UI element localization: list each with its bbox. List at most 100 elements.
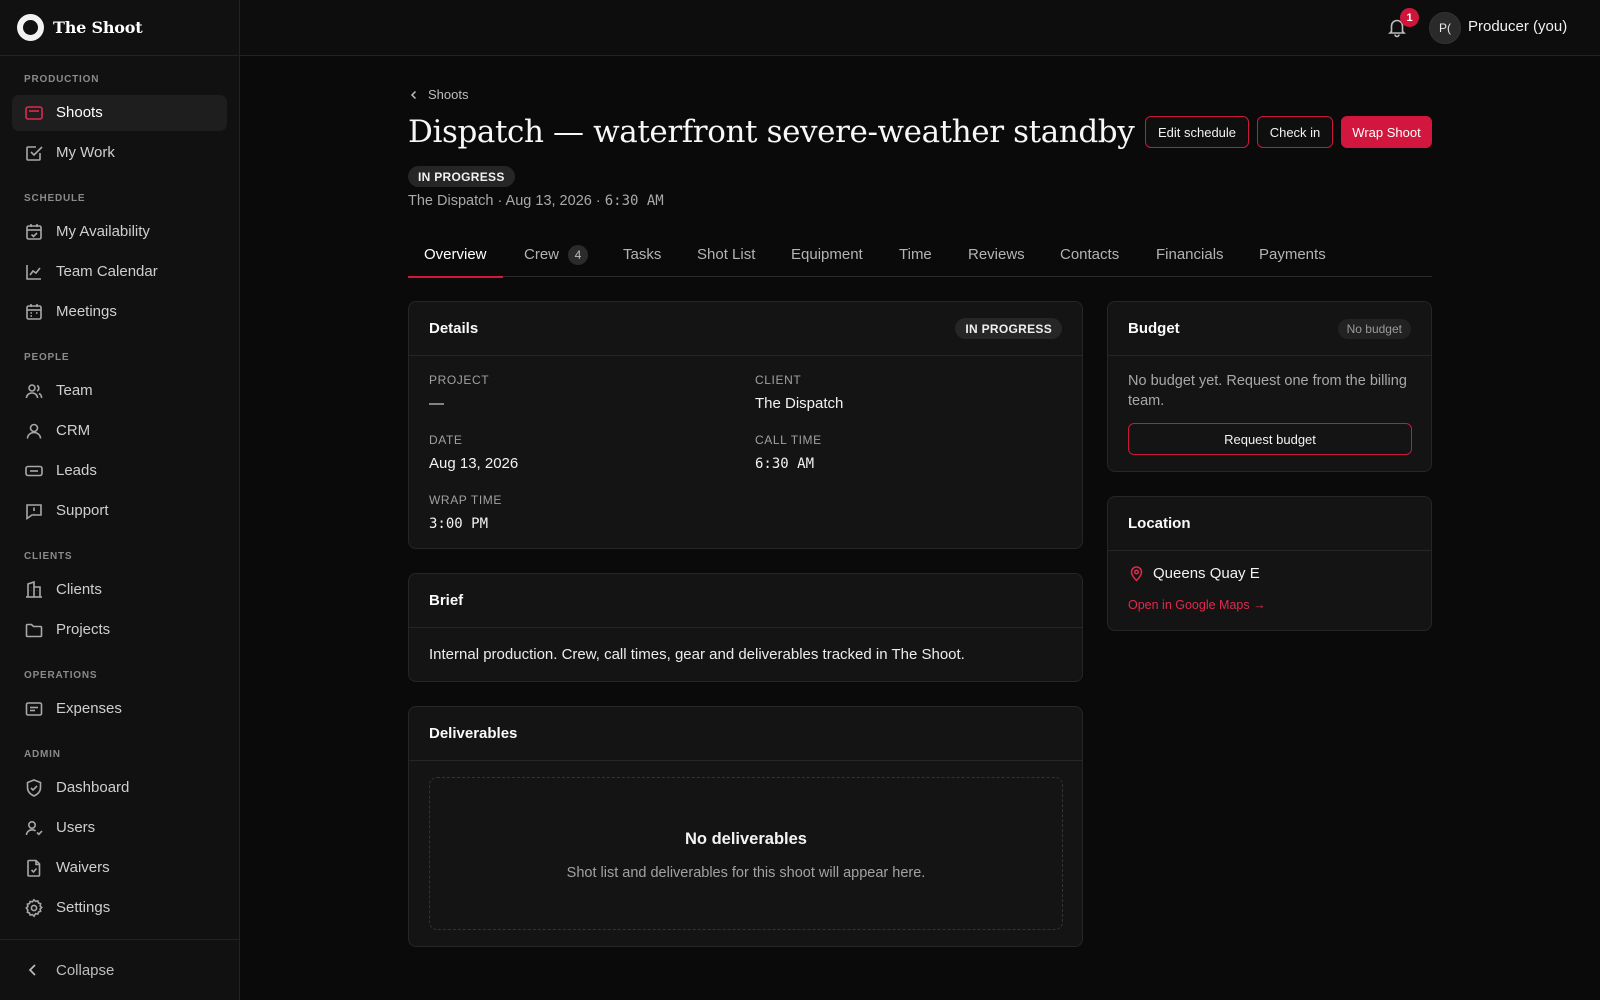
- nav-section-admin: ADMIN: [24, 749, 61, 760]
- sidebar-item-leads[interactable]: Leads: [12, 453, 227, 489]
- nav-section-schedule: SCHEDULE: [24, 193, 86, 204]
- user-menu[interactable]: Producer (you): [1468, 18, 1567, 35]
- tab-bar: Overview Crew 4 Tasks Shot List Equipment…: [408, 239, 1432, 278]
- message-alert-icon: [26, 504, 42, 521]
- sidebar-item-crm[interactable]: CRM: [12, 413, 227, 449]
- edit-schedule-button[interactable]: Edit schedule: [1145, 116, 1249, 148]
- sidebar-item-meetings[interactable]: Meetings: [12, 294, 227, 330]
- user-icon: [26, 423, 42, 439]
- date-label: DATE: [429, 433, 463, 447]
- sidebar-item-label: Team Calendar: [56, 263, 158, 280]
- sidebar-item-my-availability[interactable]: My Availability: [12, 214, 227, 250]
- request-budget-button[interactable]: Request budget: [1128, 423, 1412, 455]
- topbar: 1 P( Producer (you): [240, 0, 1600, 56]
- google-maps-link[interactable]: Open in Google Maps →: [1128, 598, 1266, 612]
- tab-label: Shot List: [697, 246, 756, 263]
- shield-check-icon: [26, 779, 42, 797]
- tab-label: Overview: [424, 246, 487, 263]
- brand[interactable]: The Shoot: [0, 0, 239, 56]
- chart-line-icon: [26, 265, 41, 280]
- sidebar-item-support[interactable]: Support: [12, 493, 227, 529]
- budget-text: No budget yet. Request one from the bill…: [1128, 373, 1407, 409]
- wrap-time-label: WRAP TIME: [429, 493, 502, 507]
- map-pin-icon: [1130, 566, 1143, 582]
- nav-section-clients: CLIENTS: [24, 551, 73, 562]
- tab-payments[interactable]: Payments: [1259, 239, 1326, 277]
- client-label: CLIENT: [755, 373, 802, 387]
- sidebar-item-expenses[interactable]: Expenses: [12, 691, 227, 727]
- page-title: Dispatch — waterfront severe-weather sta…: [408, 114, 1135, 150]
- tab-financials[interactable]: Financials: [1156, 239, 1224, 277]
- sidebar-item-users[interactable]: Users: [12, 810, 227, 846]
- collapse-button[interactable]: Collapse: [0, 939, 239, 1000]
- tab-time[interactable]: Time: [899, 239, 932, 277]
- location-address-row: Queens Quay E: [1128, 565, 1260, 582]
- app-name: The Shoot: [53, 18, 143, 37]
- shoot-meta: The Dispatch · Aug 13, 2026 · 6:30 AM: [408, 193, 664, 209]
- sidebar-item-team[interactable]: Team: [12, 373, 227, 409]
- sidebar-item-dashboard[interactable]: Dashboard: [12, 770, 227, 806]
- location-title: Location: [1128, 515, 1191, 532]
- tab-label: Time: [899, 246, 932, 263]
- sidebar-item-label: Users: [56, 819, 96, 836]
- details-header: Details IN PROGRESS: [409, 302, 1082, 356]
- calendar-icon: [26, 304, 42, 320]
- call-time-value: 6:30 AM: [755, 456, 815, 472]
- sidebar-item-waivers[interactable]: Waivers: [12, 850, 227, 886]
- tab-reviews[interactable]: Reviews: [968, 239, 1025, 277]
- tab-contacts[interactable]: Contacts: [1060, 239, 1119, 277]
- tab-label: Equipment: [791, 246, 863, 263]
- tab-equipment[interactable]: Equipment: [791, 239, 863, 277]
- deliverables-card: Deliverables No deliverables Shot list a…: [408, 706, 1083, 947]
- sidebar-item-projects[interactable]: Projects: [12, 612, 227, 648]
- budget-title: Budget: [1128, 320, 1180, 337]
- receipt-icon: [25, 702, 43, 716]
- sidebar-item-team-calendar[interactable]: Team Calendar: [12, 254, 227, 290]
- tab-label: Financials: [1156, 246, 1224, 263]
- sidebar-item-label: Team: [56, 382, 93, 399]
- brief-title: Brief: [429, 592, 464, 609]
- check-in-button[interactable]: Check in: [1257, 116, 1333, 148]
- empty-description: Shot list and deliverables for this shoo…: [566, 865, 926, 881]
- sidebar-item-label: Support: [56, 502, 109, 519]
- check-square-icon: [26, 146, 43, 161]
- sidebar-item-label: Projects: [56, 621, 111, 638]
- sidebar-item-shoots[interactable]: Shoots: [12, 95, 227, 131]
- sidebar-item-label: Clients: [56, 581, 102, 598]
- call-time-label: CALL TIME: [755, 433, 822, 447]
- project-value: —: [429, 395, 444, 412]
- sidebar-item-label: Meetings: [56, 303, 117, 320]
- tab-tasks[interactable]: Tasks: [623, 239, 661, 277]
- wrap-shoot-button[interactable]: Wrap Shoot: [1341, 116, 1432, 148]
- sidebar-item-clients[interactable]: Clients: [12, 572, 227, 608]
- nav-section-production: PRODUCTION: [24, 74, 100, 85]
- chevron-left-icon: [28, 964, 36, 976]
- tab-label: Payments: [1259, 246, 1326, 263]
- meta-date: Aug 13, 2026: [505, 193, 592, 209]
- logo-icon: [17, 14, 44, 41]
- sidebar-item-label: Leads: [56, 462, 97, 479]
- avatar[interactable]: P(: [1429, 12, 1461, 44]
- deliverables-empty-state: No deliverables Shot list and deliverabl…: [429, 777, 1063, 930]
- location-card: Location Queens Quay E Open in Google Ma…: [1107, 496, 1432, 631]
- sidebar-item-settings[interactable]: Settings: [12, 890, 227, 926]
- building-icon: [26, 580, 42, 598]
- tab-shot-list[interactable]: Shot List: [697, 239, 755, 277]
- user-check-icon: [25, 820, 43, 836]
- breadcrumb[interactable]: Shoots: [408, 87, 468, 102]
- wrap-time-value: 3:00 PM: [429, 516, 489, 532]
- meta-separator: ·: [497, 193, 503, 209]
- details-card: Details IN PROGRESS PROJECT — CLIENT The…: [408, 301, 1083, 549]
- brief-header: Brief: [409, 574, 1082, 628]
- shoots-icon: [25, 106, 43, 120]
- budget-status-badge: No budget: [1337, 318, 1411, 339]
- users-icon: [25, 384, 43, 399]
- sidebar-item-label: CRM: [56, 422, 91, 439]
- tab-crew[interactable]: Crew 4: [524, 239, 589, 277]
- file-check-icon: [27, 859, 41, 877]
- tab-overview[interactable]: Overview: [408, 239, 502, 278]
- deliverables-header: Deliverables: [409, 707, 1082, 761]
- calendar-check-icon: [26, 224, 42, 240]
- ticket-icon: [25, 465, 43, 477]
- sidebar-item-my-work[interactable]: My Work: [12, 135, 227, 171]
